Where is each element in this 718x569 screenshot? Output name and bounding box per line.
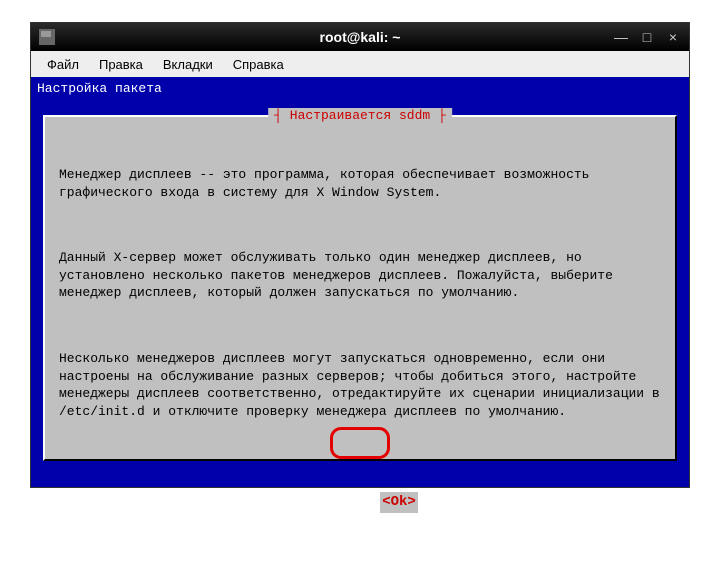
package-config-header: Настройка пакета: [33, 79, 687, 98]
window-controls: — □ ×: [613, 29, 681, 45]
config-dialog: ┤ Настраивается sddm ├ Менеджер дисплеев…: [43, 115, 677, 461]
ok-button-row: <Ok>: [59, 474, 661, 530]
terminal-icon: [39, 29, 55, 45]
menu-edit[interactable]: Правка: [89, 55, 153, 74]
menu-file[interactable]: Файл: [37, 55, 89, 74]
terminal-window: root@kali: ~ — □ × Файл Правка Вкладки С…: [30, 22, 690, 488]
dialog-title: ┤ Настраивается sddm ├: [268, 108, 452, 123]
close-button[interactable]: ×: [665, 29, 681, 45]
menubar: Файл Правка Вкладки Справка: [31, 51, 689, 77]
maximize-button[interactable]: □: [639, 29, 655, 45]
dialog-paragraph-3: Несколько менеджеров дисплеев могут запу…: [59, 350, 661, 420]
dialog-paragraph-1: Менеджер дисплеев -- это программа, кото…: [59, 166, 661, 201]
dialog-paragraph-2: Данный X-сервер может обслуживать только…: [59, 249, 661, 302]
menu-tabs[interactable]: Вкладки: [153, 55, 223, 74]
minimize-button[interactable]: —: [613, 29, 629, 45]
terminal-area: Настройка пакета ┤ Настраивается sddm ├ …: [31, 77, 689, 487]
dialog-body: Менеджер дисплеев -- это программа, кото…: [55, 123, 665, 569]
window-title: root@kali: ~: [320, 29, 401, 45]
ok-button[interactable]: <Ok>: [380, 492, 418, 513]
menu-help[interactable]: Справка: [223, 55, 294, 74]
titlebar[interactable]: root@kali: ~ — □ ×: [31, 23, 689, 51]
